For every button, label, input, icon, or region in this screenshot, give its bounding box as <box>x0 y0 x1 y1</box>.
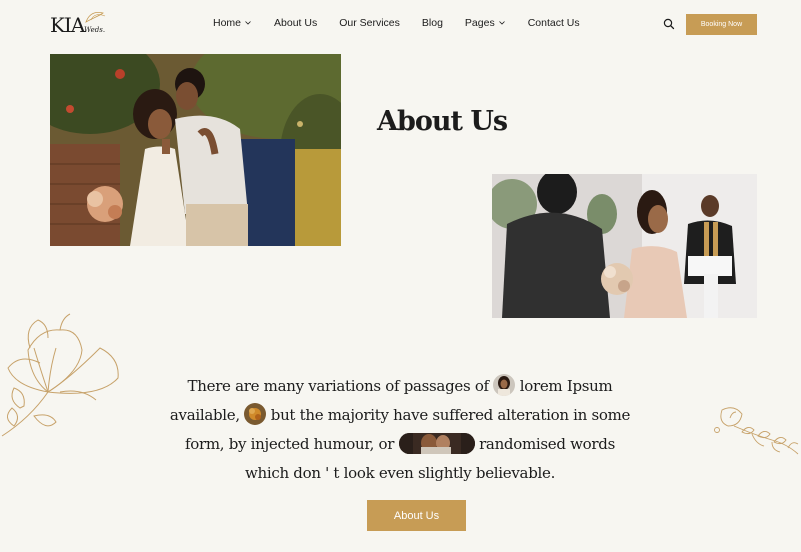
site-logo[interactable]: KIA Weds. <box>50 12 110 38</box>
logo-flower-icon <box>85 12 106 23</box>
couple-garden-photo <box>50 54 341 246</box>
search-icon[interactable] <box>662 17 676 31</box>
main-nav: Home About Us Our Services Blog Pages Co… <box>213 17 580 29</box>
page-title: About Us <box>377 106 508 137</box>
intro-text: There are many variations of passages of <box>187 377 490 395</box>
intro-text: form, by injected humour, or <box>185 435 395 453</box>
nav-item-label: Blog <box>421 17 443 29</box>
nav-item-our-services[interactable]: Our Services <box>339 17 400 29</box>
floral-decoration-left-icon <box>1 313 119 437</box>
inline-avatar-photo <box>493 374 516 396</box>
nav-item-label: Pages <box>464 17 495 29</box>
nav-item-label: Home <box>213 17 242 29</box>
nav-item-home[interactable]: Home <box>213 17 252 29</box>
nav-item-blog[interactable]: Blog <box>422 17 443 29</box>
intro-line-2: available, but the majority have suffere… <box>150 401 650 430</box>
booking-now-button[interactable]: Booking Now <box>686 14 757 35</box>
intro-text: randomised words <box>479 435 615 453</box>
nav-item-contact-us[interactable]: Contact Us <box>528 17 580 29</box>
nav-item-label: Our Services <box>339 17 400 29</box>
logo-sub-text: Weds. <box>84 26 106 34</box>
inline-flower-photo <box>244 403 267 425</box>
nav-item-label: Contact Us <box>527 17 580 29</box>
intro-text: available, <box>169 406 240 424</box>
intro-text: but the majority have suffered alteratio… <box>270 406 631 424</box>
intro-text: lorem Ipsum <box>519 377 613 395</box>
nav-item-label: About Us <box>274 17 318 29</box>
intro-line-4: which don ' t look even slightly believa… <box>244 464 556 482</box>
floral-decoration-right-icon <box>714 407 799 455</box>
inline-couple-photo <box>398 432 475 454</box>
intro-line-3: form, by injected humour, or randomised … <box>150 430 650 459</box>
wedding-ceremony-photo <box>492 174 757 318</box>
about-us-button[interactable]: About Us <box>367 500 466 531</box>
chevron-down-icon <box>498 21 505 25</box>
nav-item-pages[interactable]: Pages <box>465 17 506 29</box>
intro-line-1: There are many variations of passages of… <box>150 372 650 401</box>
intro-paragraph: There are many variations of passages of… <box>150 372 650 488</box>
nav-item-about-us[interactable]: About Us <box>274 17 317 29</box>
site-header: KIA Weds. Home About Us Our Services Blo… <box>0 0 801 48</box>
logo-main-text: KIA <box>50 13 85 37</box>
chevron-down-icon <box>245 21 251 25</box>
